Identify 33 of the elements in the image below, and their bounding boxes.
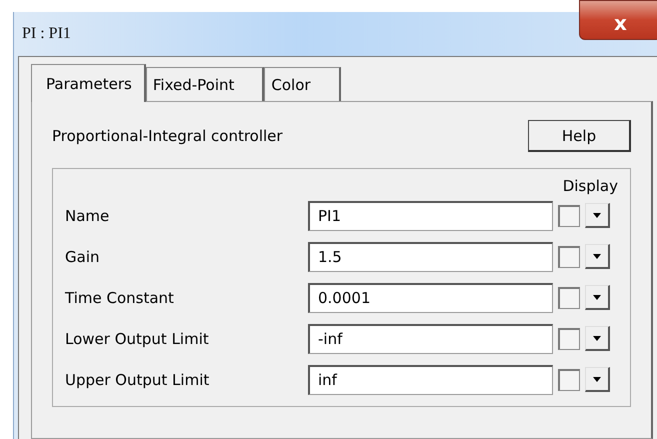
dropdown-button[interactable] — [585, 244, 610, 269]
field-label: Lower Output Limit — [65, 330, 210, 348]
display-checkbox[interactable] — [558, 286, 580, 308]
caret-icon — [593, 376, 601, 382]
display-checkbox[interactable] — [558, 368, 580, 390]
tab[interactable]: Fixed-Point — [146, 67, 264, 101]
caret-icon — [593, 254, 601, 258]
close-button[interactable]: x — [579, 0, 657, 40]
display-checkbox[interactable] — [558, 204, 580, 226]
field-label: Upper Output Limit — [65, 370, 210, 388]
column-header: Display — [562, 177, 618, 195]
input-field[interactable]: 0.0001 — [308, 282, 553, 312]
caret-icon — [593, 294, 601, 300]
field-label: Name — [65, 206, 110, 224]
dropdown-button[interactable] — [585, 203, 610, 228]
tab[interactable]: Parameters — [31, 64, 146, 102]
dropdown-button[interactable] — [585, 326, 610, 351]
input-field[interactable]: 1.5 — [308, 242, 553, 272]
window-title: PI : PI1 — [22, 25, 71, 43]
field-label: Time Constant — [65, 288, 175, 306]
field-label: Gain — [65, 248, 100, 266]
caret-icon — [593, 212, 601, 218]
tab[interactable]: Color — [264, 67, 341, 101]
input-field[interactable]: -inf — [308, 324, 553, 354]
input-field[interactable]: inf — [308, 364, 553, 394]
dropdown-button[interactable] — [585, 367, 610, 392]
display-checkbox[interactable] — [558, 328, 580, 350]
dropdown-button[interactable] — [585, 285, 610, 310]
input-field[interactable]: PI1 — [308, 200, 553, 230]
help-button[interactable]: Help — [528, 120, 631, 152]
display-checkbox[interactable] — [558, 246, 580, 268]
caret-icon — [593, 336, 601, 340]
description-text: Proportional-Integral controller — [52, 127, 283, 145]
